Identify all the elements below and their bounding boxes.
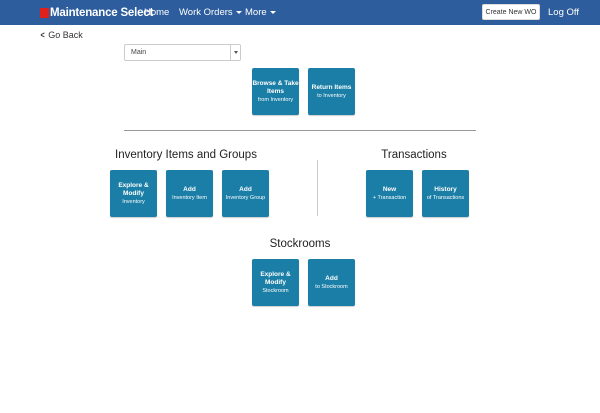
browse-take-items-tile[interactable]: Browse & Take Items from Inventory <box>252 68 299 115</box>
inventory-section-title: Inventory Items and Groups <box>115 149 257 161</box>
explore-modify-inventory-tile[interactable]: Explore & Modify Inventory <box>110 170 157 217</box>
tile-main-label: Add <box>239 185 252 193</box>
caret-down-icon <box>235 10 242 14</box>
nav-home[interactable]: Home <box>144 7 169 18</box>
go-back-label: Go Back <box>48 30 83 40</box>
tile-sub-label: to Inventory <box>317 92 346 99</box>
tile-main-label: New <box>382 185 397 193</box>
tile-sub-label: from Inventory <box>257 96 294 103</box>
chevron-left-icon: < <box>40 30 45 40</box>
nav-work-orders[interactable]: Work Orders <box>179 7 242 18</box>
new-transaction-tile[interactable]: New + Transaction <box>366 170 413 217</box>
stockroom-select[interactable]: Main <box>124 44 241 61</box>
caret-down-icon <box>233 51 238 54</box>
tile-sub-label: Inventory <box>122 198 145 205</box>
tile-main-label: Explore & Modify <box>118 181 149 197</box>
brand-text: Maintenance Select <box>50 7 154 19</box>
tile-sub-label: + Transaction <box>372 194 407 201</box>
add-inventory-group-tile[interactable]: Add Inventory Group <box>222 170 269 217</box>
tile-sub-label: Stockroom <box>262 287 289 294</box>
stockrooms-section-title: Stockrooms <box>269 238 331 250</box>
stockroom-select-value: Main <box>131 49 147 56</box>
tile-sub-label: to Stockroom <box>315 283 348 290</box>
go-back-link[interactable]: < Go Back <box>40 30 83 40</box>
tile-sub-label: of Transactions <box>426 194 465 201</box>
tile-sub-label: Inventory Group <box>225 194 266 201</box>
nav-more[interactable]: More <box>245 7 276 18</box>
transactions-section-title: Transactions <box>381 149 447 161</box>
tile-main-label: Browse & Take Items <box>252 79 299 95</box>
add-to-stockroom-tile[interactable]: Add to Stockroom <box>308 259 355 306</box>
tile-main-label: Add <box>325 274 338 282</box>
brand-logo[interactable]: Maintenance Select <box>40 5 153 21</box>
tile-main-label: History <box>434 185 457 193</box>
nav-more-label: More <box>245 7 267 18</box>
section-divider <box>124 130 476 131</box>
return-items-tile[interactable]: Return Items to Inventory <box>308 68 355 115</box>
add-inventory-item-tile[interactable]: Add Inventory Item <box>166 170 213 217</box>
create-new-wo-button[interactable]: Create New WO <box>482 4 540 20</box>
top-navbar: Maintenance Select Home Work Orders More… <box>0 0 600 25</box>
select-toggle[interactable] <box>230 45 240 60</box>
tile-main-label: Add <box>183 185 196 193</box>
explore-modify-stockroom-tile[interactable]: Explore & Modify Stockroom <box>252 259 299 306</box>
transaction-history-tile[interactable]: History of Transactions <box>422 170 469 217</box>
vertical-divider <box>317 160 318 216</box>
tile-sub-label: Inventory Item <box>172 194 207 201</box>
brand-mark-icon <box>40 8 49 18</box>
caret-down-icon <box>269 10 276 14</box>
tile-main-label: Explore & Modify <box>260 270 291 286</box>
nav-work-orders-label: Work Orders <box>179 7 233 18</box>
log-off-link[interactable]: Log Off <box>548 7 579 18</box>
tile-main-label: Return Items <box>311 83 352 91</box>
